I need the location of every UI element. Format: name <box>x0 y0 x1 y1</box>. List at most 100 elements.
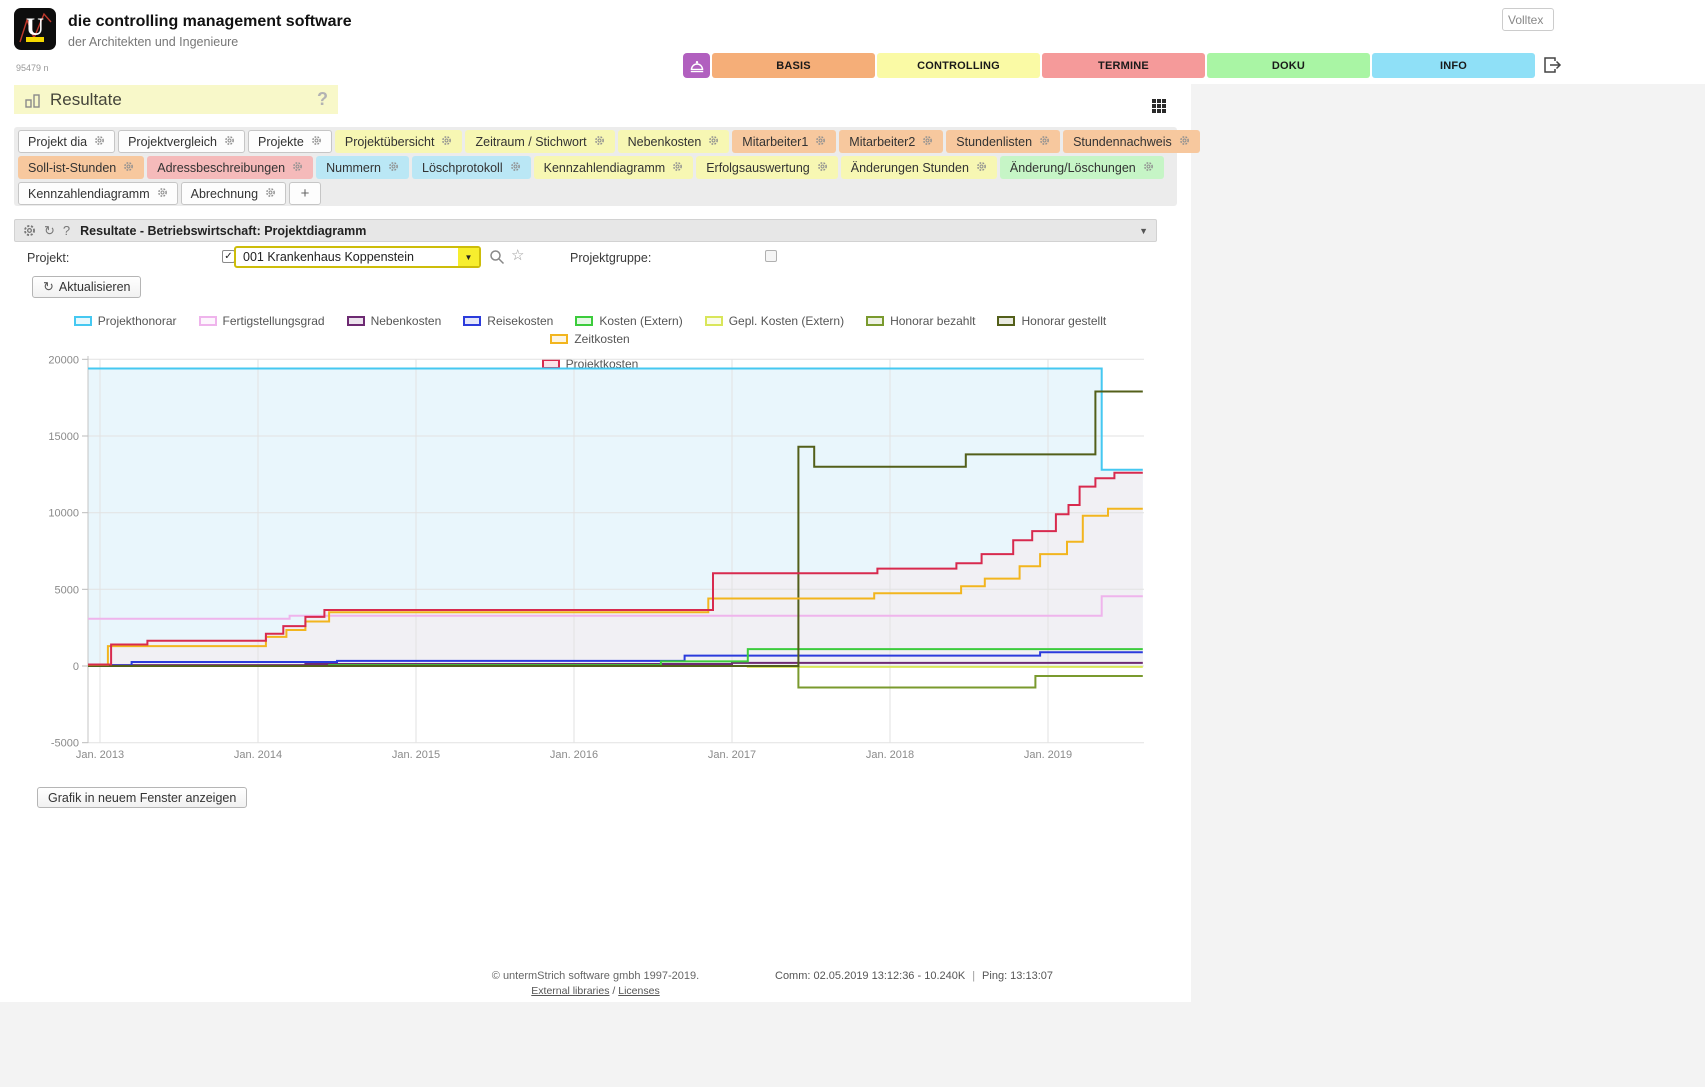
tab-settings-icon[interactable] <box>311 135 322 149</box>
nav-doku[interactable]: DOKU <box>1207 53 1370 78</box>
tab-settings-icon[interactable] <box>672 161 683 175</box>
collapse-caret-icon[interactable]: ▼ <box>1139 226 1148 236</box>
tab-projekte[interactable]: Projekte <box>248 130 332 153</box>
tab-label: Kennzahlendiagramm <box>544 161 666 175</box>
legend-label: Nebenkosten <box>371 314 442 328</box>
tab-label: Soll-ist-Stunden <box>28 161 116 175</box>
tab-settings-icon[interactable] <box>1179 135 1190 149</box>
add-tab-button[interactable]: + <box>289 182 321 205</box>
tab-stundenlisten[interactable]: Stundenlisten <box>946 130 1060 153</box>
nav-info[interactable]: INFO <box>1372 53 1535 78</box>
tab-abrechnung[interactable]: Abrechnung <box>181 182 286 205</box>
tab-kennzahlendiagramm[interactable]: Kennzahlendiagramm <box>18 182 178 205</box>
main-navigation: BASISCONTROLLINGTERMINEDOKUINFO <box>712 53 1537 78</box>
tab-settings-icon[interactable] <box>976 161 987 175</box>
y-tick-label: 0 <box>73 661 79 673</box>
tab-settings-icon[interactable] <box>815 135 826 149</box>
dome-menu-button[interactable] <box>683 53 710 78</box>
main-content: Resultate ? Projekt dia Projektvergleich P… <box>0 84 1191 1002</box>
tab-projekt-bersicht[interactable]: Projektübersicht <box>335 130 463 153</box>
tab-settings-icon[interactable] <box>510 161 521 175</box>
x-tick-label: Jan. 2014 <box>234 749 282 761</box>
tab-projekt-dia[interactable]: Projekt dia <box>18 130 115 153</box>
tab-settings-icon[interactable] <box>1143 161 1154 175</box>
footer-link-separator: / <box>609 985 618 997</box>
tab-adressbeschreibungen[interactable]: Adressbeschreibungen <box>147 156 313 179</box>
tab-label: Projekte <box>258 135 304 149</box>
svg-text:U: U <box>26 14 44 41</box>
legend-swatch <box>866 316 884 326</box>
projectgroup-checkbox[interactable] <box>765 250 777 262</box>
legend-label: Honorar bezahlt <box>890 314 975 328</box>
search-icon[interactable] <box>489 249 505 265</box>
external-libraries-link[interactable]: External libraries <box>531 985 609 997</box>
tab-label: Stundenlisten <box>956 135 1032 149</box>
tab-nebenkosten[interactable]: Nebenkosten <box>618 130 730 153</box>
app-logo: U <box>14 8 56 50</box>
settings-gear-icon[interactable] <box>23 224 36 237</box>
refresh-button-label: Aktualisieren <box>59 280 131 294</box>
favorite-star-icon[interactable]: ☆ <box>511 246 524 264</box>
comm-status: Comm: 02.05.2019 13:12:36 - 10.240K <box>775 970 965 982</box>
tab-label: Nebenkosten <box>628 135 702 149</box>
x-tick-label: Jan. 2015 <box>392 749 440 761</box>
tab-label: Projektübersicht <box>345 135 435 149</box>
tab-projektvergleich[interactable]: Projektvergleich <box>118 130 245 153</box>
tab-soll-ist-stunden[interactable]: Soll-ist-Stunden <box>18 156 144 179</box>
tab-settings-icon[interactable] <box>224 135 235 149</box>
help-icon[interactable]: ? <box>317 89 328 110</box>
legend-item-honorar-bezahlt: Honorar bezahlt <box>866 314 975 328</box>
ping-status: Ping: 13:13:07 <box>982 970 1053 982</box>
project-select-arrow-icon[interactable]: ▼ <box>458 248 479 266</box>
legend-swatch <box>575 316 593 326</box>
tab-settings-icon[interactable] <box>441 135 452 149</box>
tab-settings-icon[interactable] <box>265 187 276 201</box>
tab-settings-icon[interactable] <box>817 161 828 175</box>
toolbar-help-icon[interactable]: ? <box>63 224 70 237</box>
reload-icon[interactable]: ↻ <box>44 224 55 237</box>
tab-label: Adressbeschreibungen <box>157 161 285 175</box>
nav-termine[interactable]: TERMINE <box>1042 53 1205 78</box>
nav-controlling[interactable]: CONTROLLING <box>877 53 1040 78</box>
tab-zeitraum-stichwort[interactable]: Zeitraum / Stichwort <box>465 130 614 153</box>
tab-mitarbeiter1[interactable]: Mitarbeiter1 <box>732 130 836 153</box>
tab-settings-icon[interactable] <box>1039 135 1050 149</box>
tab-settings-icon[interactable] <box>94 135 105 149</box>
tab-erfolgsauswertung[interactable]: Erfolgsauswertung <box>696 156 838 179</box>
tab-nderung-l-schungen[interactable]: Änderung/Löschungen <box>1000 156 1164 179</box>
legend-item-honorar-gestellt: Honorar gestellt <box>997 314 1106 328</box>
tab-settings-icon[interactable] <box>388 161 399 175</box>
module-toolbar: ↻ ? Resultate - Betriebswirtschaft: Proj… <box>14 219 1157 242</box>
tab-settings-icon[interactable] <box>157 187 168 201</box>
tab-settings-icon[interactable] <box>708 135 719 149</box>
tab-l-schprotokoll[interactable]: Löschprotokoll <box>412 156 531 179</box>
logout-icon[interactable] <box>1542 55 1562 75</box>
refresh-button[interactable]: ↻ Aktualisieren <box>32 276 141 298</box>
app-title: die controlling management software <box>68 13 352 31</box>
tab-label: Projektvergleich <box>128 135 217 149</box>
legend-item-kosten-extern: Kosten (Extern) <box>575 314 682 328</box>
tab-nummern[interactable]: Nummern <box>316 156 409 179</box>
x-tick-label: Jan. 2017 <box>708 749 756 761</box>
series-line-honorar-bezahlt <box>88 666 1143 688</box>
nav-basis[interactable]: BASIS <box>712 53 875 78</box>
tab-settings-icon[interactable] <box>123 161 134 175</box>
tab-kennzahlendiagramm[interactable]: Kennzahlendiagramm <box>534 156 694 179</box>
page-title-band: Resultate ? <box>14 85 338 114</box>
dome-icon <box>689 59 705 73</box>
apps-grid-icon[interactable] <box>1152 99 1166 113</box>
app-header: U 95479 n die controlling management sof… <box>0 0 1705 84</box>
fulltext-search-input[interactable] <box>1502 8 1554 31</box>
licenses-link[interactable]: Licenses <box>618 985 659 997</box>
tab-nderungen-stunden[interactable]: Änderungen Stunden <box>841 156 997 179</box>
tab-mitarbeiter2[interactable]: Mitarbeiter2 <box>839 130 943 153</box>
tab-stundennachweis[interactable]: Stundennachweis <box>1063 130 1200 153</box>
tab-label: Stundennachweis <box>1073 135 1172 149</box>
open-chart-window-button[interactable]: Grafik in neuem Fenster anzeigen <box>37 787 247 808</box>
project-select[interactable]: 001 Krankenhaus Koppenstein ▼ <box>234 246 481 268</box>
footer-status: Comm: 02.05.2019 13:12:36 - 10.240K|Ping… <box>775 970 1053 982</box>
legend-item-projekthonorar: Projekthonorar <box>74 314 177 328</box>
tab-settings-icon[interactable] <box>292 161 303 175</box>
tab-settings-icon[interactable] <box>594 135 605 149</box>
tab-settings-icon[interactable] <box>922 135 933 149</box>
